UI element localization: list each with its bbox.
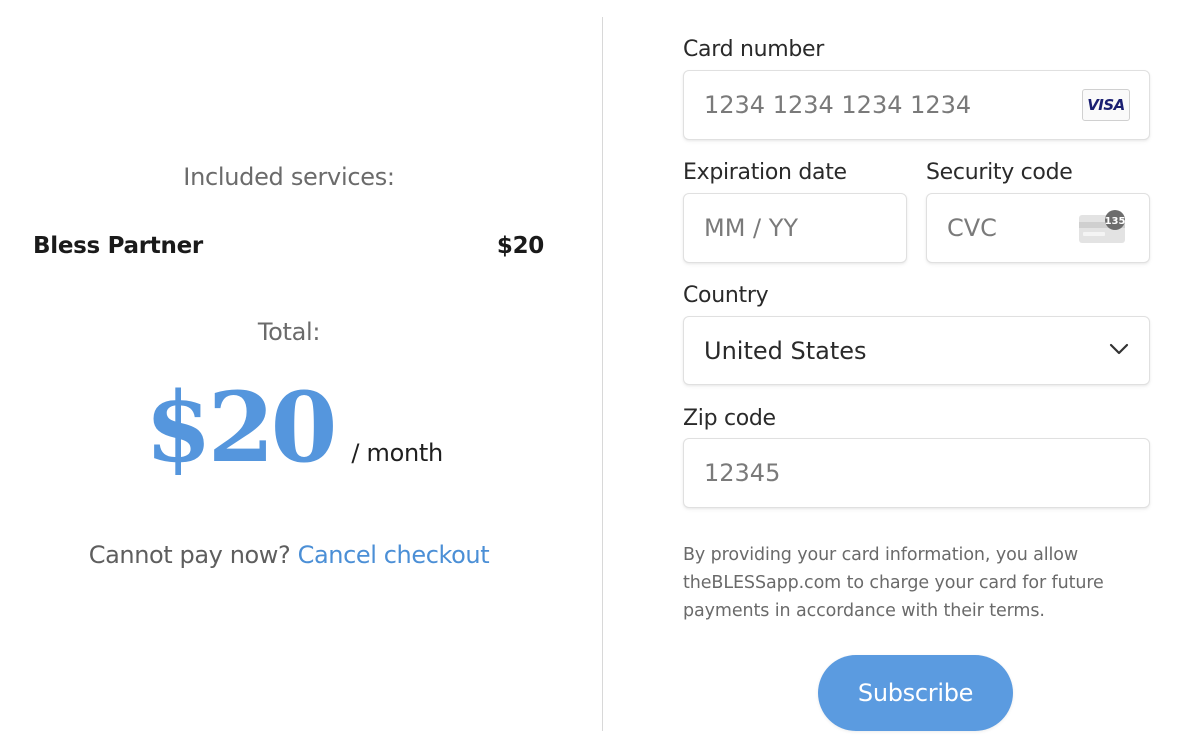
cancel-prompt: Cannot pay now? — [88, 541, 291, 569]
payment-form: Card number VISA Expiration date Securit… — [683, 0, 1150, 748]
country-selected-value: United States — [704, 336, 867, 365]
card-number-input[interactable] — [684, 71, 1149, 139]
payment-disclaimer: By providing your card information, you … — [683, 545, 1104, 621]
cancel-checkout-link[interactable]: Cancel checkout — [298, 541, 490, 569]
total-amount: $20 — [145, 371, 337, 484]
expiration-date-input[interactable] — [684, 194, 906, 262]
expiration-date-label: Expiration date — [683, 160, 847, 185]
card-number-label: Card number — [683, 37, 825, 62]
security-code-field[interactable]: 135 — [926, 193, 1150, 263]
billing-period: / month — [351, 439, 443, 467]
panel-divider — [602, 17, 603, 731]
visa-icon: VISA — [1082, 89, 1130, 121]
subscribe-button[interactable]: Subscribe — [818, 655, 1013, 731]
country-select[interactable]: United States — [683, 316, 1150, 385]
chevron-down-icon — [1109, 343, 1129, 355]
total-price: $20 / month — [145, 372, 443, 484]
security-code-label: Security code — [926, 160, 1073, 185]
zip-code-input[interactable] — [684, 439, 1149, 507]
included-services-heading: Included services: — [183, 163, 395, 191]
service-row: Bless Partner $20 — [33, 233, 544, 259]
total-heading: Total: — [257, 318, 321, 346]
cancel-checkout-line: Cannot pay now? Cancel checkout — [0, 541, 578, 569]
zip-code-field[interactable] — [683, 438, 1150, 508]
order-summary: Included services: Bless Partner $20 Tot… — [0, 0, 602, 748]
country-label: Country — [683, 283, 769, 308]
cvc-icon-text: 135 — [1105, 216, 1126, 227]
service-name: Bless Partner — [33, 233, 203, 259]
zip-code-label: Zip code — [683, 406, 776, 431]
expiration-date-field[interactable] — [683, 193, 907, 263]
card-number-field[interactable]: VISA — [683, 70, 1150, 140]
cvc-card-icon: 135 — [1079, 210, 1126, 243]
service-price: $20 — [496, 233, 544, 259]
